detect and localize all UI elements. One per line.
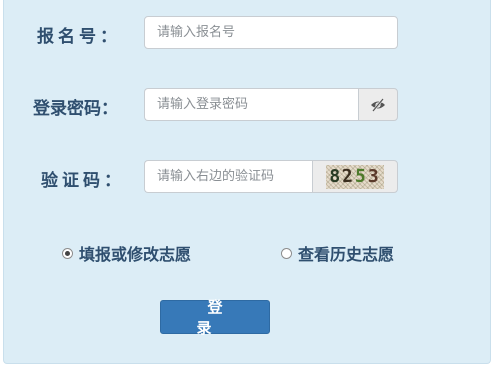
radio-unchecked-icon[interactable]: [281, 247, 292, 259]
captcha-input[interactable]: [144, 160, 314, 193]
option-label: 填报或修改志愿: [79, 245, 192, 264]
eye-slash-icon: [371, 97, 385, 112]
password-input[interactable]: [144, 88, 360, 121]
captcha-group: 8 2 5 3: [144, 160, 398, 193]
captcha-digit: 8: [329, 166, 343, 187]
reg-number-label: 报名号：: [37, 27, 121, 47]
option-fill-volunteer[interactable]: 填报或修改志愿: [62, 241, 191, 265]
captcha-refresh[interactable]: 8 2 5 3: [312, 160, 398, 193]
login-button[interactable]: 登 录: [160, 298, 270, 337]
login-panel: 报名号： 登录密码： 验证码： 8 2 5 3 填报或修改志愿: [3, 0, 491, 364]
password-label: 登录密码：: [33, 99, 118, 119]
captcha-label: 验证码：: [41, 171, 125, 191]
option-view-history[interactable]: 查看历史志愿: [281, 241, 394, 265]
captcha-digit: 5: [354, 165, 369, 188]
captcha-image: 8 2 5 3: [326, 164, 384, 189]
reg-number-input[interactable]: [144, 16, 398, 49]
toggle-password-button[interactable]: [358, 88, 398, 121]
password-group: [144, 88, 398, 121]
radio-checked-icon[interactable]: [62, 247, 73, 259]
captcha-digit: 3: [367, 166, 381, 187]
option-label: 查看历史志愿: [298, 245, 395, 264]
